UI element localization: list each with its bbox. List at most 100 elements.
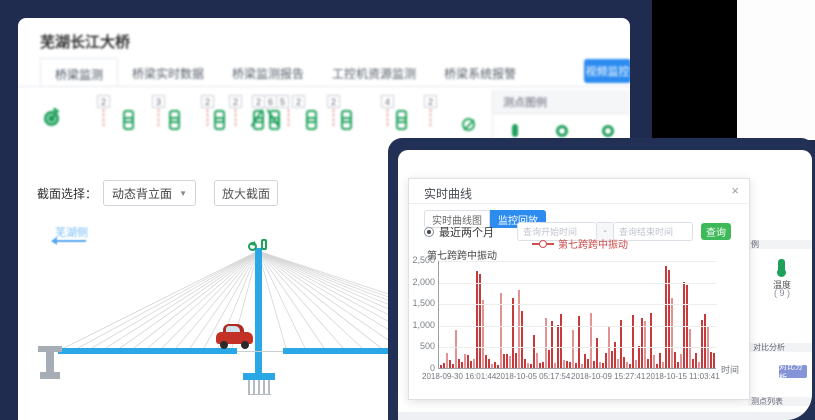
bridge-deck-left <box>58 348 237 354</box>
bar <box>629 364 631 368</box>
dashed-marker <box>207 109 208 126</box>
bar <box>704 314 706 368</box>
y-axis-tick: 2,500 <box>401 255 435 265</box>
bar <box>575 363 577 368</box>
chain-sensor-icon[interactable] <box>268 110 278 127</box>
y-axis-tick: 2,000 <box>401 277 435 287</box>
bar <box>530 364 532 368</box>
x-axis-title: 时间 <box>721 363 739 376</box>
bar <box>542 362 544 368</box>
bar <box>650 313 652 368</box>
sensor-count-badge: 2 <box>424 95 437 108</box>
tower-top-sensor-icon[interactable] <box>248 242 257 251</box>
compare-analysis-button[interactable]: 对比分析 <box>779 365 807 378</box>
bar <box>671 298 673 368</box>
section-select-dropdown[interactable]: 动态背立面 ▼ <box>103 180 196 206</box>
bar <box>677 362 679 368</box>
bar <box>560 314 562 368</box>
main-tab-0[interactable]: 桥梁监测 <box>40 58 118 87</box>
video-monitor-button[interactable]: 视频监控 <box>584 59 630 83</box>
bar <box>584 354 586 368</box>
sensor-count-badge: 2 <box>97 95 110 108</box>
bar <box>581 364 583 368</box>
chain-sensor-icon[interactable] <box>213 110 223 127</box>
bar <box>668 270 670 368</box>
bar <box>527 363 529 368</box>
main-tab-1[interactable]: 桥梁实时数据 <box>118 58 218 87</box>
chain-sensor-icon[interactable] <box>395 110 405 127</box>
chain-sensor-icon[interactable] <box>252 110 262 127</box>
section-select-label: 截面选择： <box>35 185 97 202</box>
bar <box>491 364 493 368</box>
bar <box>539 363 541 368</box>
tabbar-divider <box>18 86 630 87</box>
chain-sensor-icon[interactable] <box>122 110 132 127</box>
gridline <box>439 326 717 327</box>
bar <box>626 362 628 368</box>
bar <box>698 362 700 368</box>
bar <box>455 330 457 368</box>
gauge-icon[interactable] <box>556 125 568 137</box>
sensor-count-badge: 3 <box>152 95 165 108</box>
dashed-marker <box>235 109 236 126</box>
bar <box>659 353 661 368</box>
close-icon[interactable]: × <box>731 183 739 198</box>
enlarge-section-button[interactable]: 放大截面 <box>214 180 278 206</box>
no-entry-icon[interactable] <box>462 118 475 131</box>
bar <box>605 353 607 368</box>
temperature-icon[interactable] <box>778 259 785 272</box>
bar <box>632 315 634 368</box>
sensor-count-badge: 5 <box>276 95 289 108</box>
bar <box>653 355 655 368</box>
bar <box>638 346 640 368</box>
bar <box>482 300 484 368</box>
bar <box>683 282 685 368</box>
car-image <box>216 322 254 349</box>
bar <box>569 362 571 368</box>
tower-top-chain-icon[interactable] <box>261 239 267 250</box>
temperature-count: ( 9 ) <box>770 288 794 298</box>
bar <box>713 353 715 368</box>
x-axis-label: 2018-10-15 11:03:41 <box>646 372 720 381</box>
bar <box>689 329 691 368</box>
bridge-tower <box>255 248 262 373</box>
sensor-count-badge: 2 <box>327 95 340 108</box>
gauge-icon[interactable] <box>602 125 614 137</box>
main-tab-3[interactable]: 工控机资源监测 <box>318 58 430 87</box>
main-tab-4[interactable]: 桥梁系统报警 <box>430 58 530 87</box>
bar <box>623 357 625 368</box>
main-tab-2[interactable]: 桥梁监测报告 <box>218 58 318 87</box>
gridline <box>439 304 717 305</box>
gridline <box>439 261 717 262</box>
bar-series <box>440 260 716 368</box>
sensor-count-badge: 4 <box>381 95 394 108</box>
bar <box>479 274 481 368</box>
left-abutment <box>38 346 62 380</box>
radio-last-two-months[interactable] <box>424 227 434 237</box>
bar <box>509 356 511 368</box>
bar <box>647 359 649 368</box>
thermometer-icon[interactable] <box>512 124 518 137</box>
bar <box>617 359 619 368</box>
bar <box>464 354 466 368</box>
main-tab-bar: 桥梁监测桥梁实时数据桥梁监测报告工控机资源监测桥梁系统报警 <box>40 58 530 87</box>
bar <box>443 363 445 368</box>
section-select-row: 截面选择： 动态背立面 ▼ 放大截面 <box>35 180 278 206</box>
chain-sensor-icon[interactable] <box>168 110 178 127</box>
bar <box>587 359 589 368</box>
bar <box>548 350 550 368</box>
bar <box>473 359 475 368</box>
vibration-chart: 05001,0001,5002,0002,500 <box>438 261 716 369</box>
bar <box>701 320 703 368</box>
chain-sensor-icon[interactable] <box>305 110 315 127</box>
bar <box>566 361 568 368</box>
bar <box>458 359 460 368</box>
page-title: 芜湖长江大桥 <box>40 31 130 52</box>
dialog-title: 实时曲线 <box>424 185 472 202</box>
chain-sensor-icon[interactable] <box>340 110 350 127</box>
bar <box>572 330 574 368</box>
point-list-header: 测点列表 <box>748 397 812 406</box>
black-backdrop <box>652 0 737 140</box>
anemometer-icon[interactable] <box>44 111 59 126</box>
bar <box>521 311 523 368</box>
